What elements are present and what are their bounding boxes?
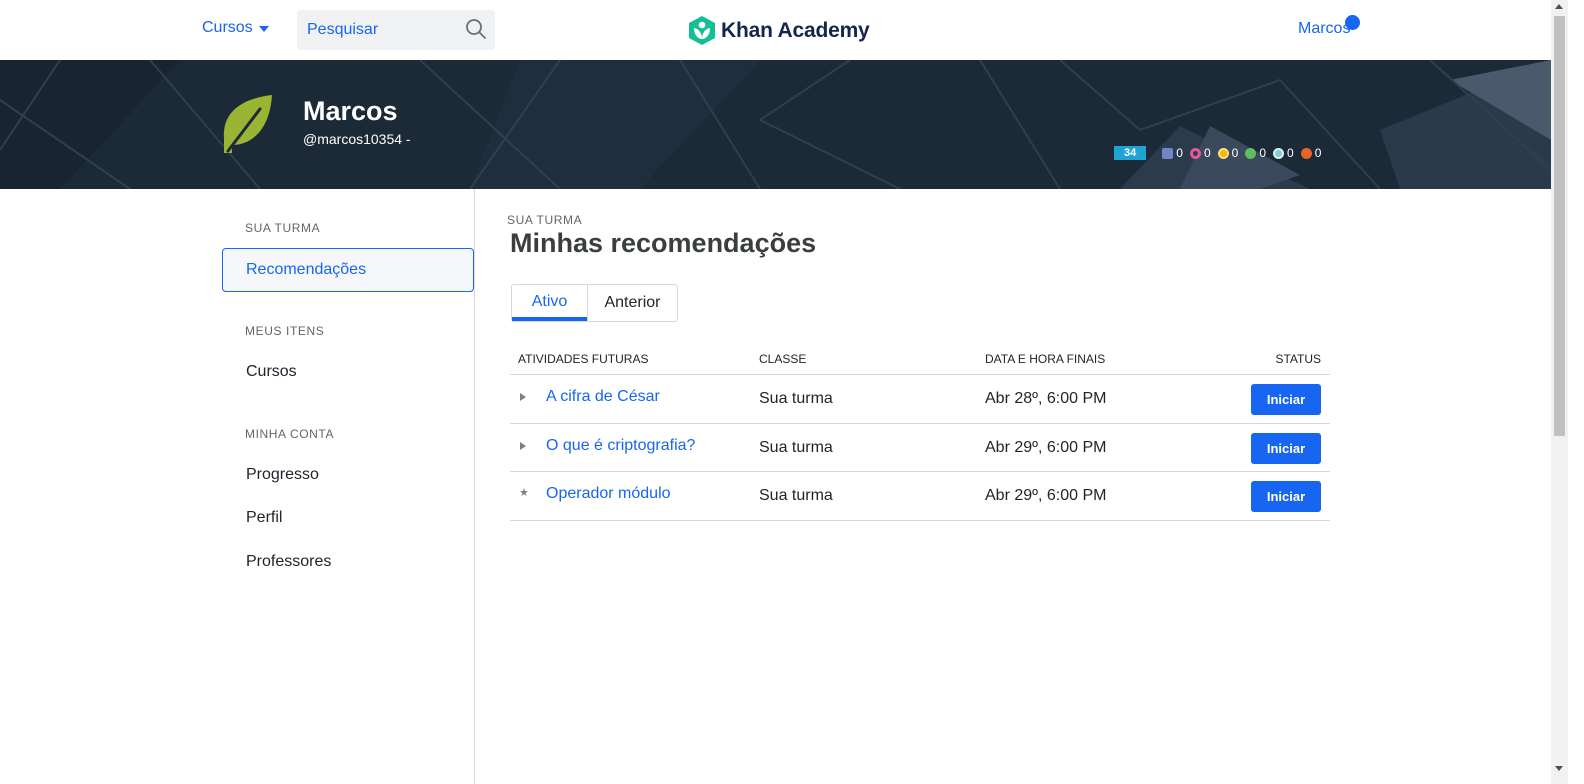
- badge-meteorite[interactable]: 0: [1300, 146, 1322, 160]
- badge-earth[interactable]: 0: [1245, 146, 1266, 160]
- page-eyebrow: SUA TURMA: [507, 213, 583, 227]
- khan-academy-logo-icon: [689, 16, 715, 45]
- courses-menu-button[interactable]: Cursos: [202, 19, 269, 37]
- page-title: Minhas recomendações: [510, 228, 817, 258]
- class-cell: Sua turma: [759, 390, 833, 407]
- energy-points-badge[interactable]: 34: [1114, 146, 1147, 160]
- table-row: O que é criptografia? Sua turma Abr 29º,…: [510, 424, 1330, 472]
- khan-academy-logo[interactable]: Khan Academy: [689, 16, 870, 45]
- column-header-activities: ATIVIDADES FUTURAS: [518, 352, 649, 366]
- start-button[interactable]: Iniciar: [1251, 384, 1321, 415]
- badge-count: 0: [1314, 146, 1322, 160]
- tab-previous[interactable]: Anterior: [587, 285, 677, 321]
- badge-count: 0: [1259, 146, 1266, 160]
- recommendations-table: ATIVIDADES FUTURAS CLASSE DATA E HORA FI…: [510, 344, 1330, 521]
- page: Cursos Khan Academy Marcos: [0, 0, 1584, 784]
- start-button[interactable]: Iniciar: [1251, 432, 1321, 464]
- badge-black-hole[interactable]: 0: [1189, 146, 1211, 160]
- courses-menu-label: Cursos: [202, 19, 253, 36]
- moon-badge-icon: [1273, 147, 1284, 159]
- activity-link[interactable]: O que é criptografia?: [546, 437, 695, 455]
- due-date-cell: Abr 29º, 6:00 PM: [985, 438, 1107, 456]
- caret-down-icon: [258, 26, 269, 32]
- sidebar-item-progress[interactable]: Progresso: [246, 466, 319, 484]
- activity-link[interactable]: Operador módulo: [546, 485, 671, 503]
- search-icon[interactable]: [465, 18, 487, 40]
- sidebar-item-label: Recomendações: [246, 261, 367, 278]
- sidebar-heading-my-account: MINHA CONTA: [245, 427, 335, 441]
- scroll-down-arrow-icon[interactable]: [1555, 766, 1563, 771]
- logo-text: Khan Academy: [721, 18, 870, 42]
- sidebar-item-teachers[interactable]: Professores: [246, 553, 331, 571]
- expand-triangle-icon[interactable]: [520, 441, 526, 450]
- scrollbar-thumb[interactable]: [1554, 16, 1565, 436]
- table-row: A cifra de César Sua turma Abr 28º, 6:00…: [510, 375, 1330, 424]
- table-header: ATIVIDADES FUTURAS CLASSE DATA E HORA FI…: [510, 344, 1330, 375]
- expand-triangle-icon[interactable]: [520, 393, 526, 401]
- page-scrollbar[interactable]: [1551, 0, 1568, 784]
- profile-banner: Marcos @marcos10354 - 34 0 0 0 0 0 0: [0, 60, 1551, 189]
- tab-bar: Ativo Anterior: [511, 284, 678, 322]
- column-header-class: CLASSE: [759, 352, 807, 366]
- badge-challenge-patch[interactable]: 0: [1162, 146, 1183, 160]
- badge-count: 0: [1287, 146, 1294, 160]
- badge-count: 0: [1231, 146, 1239, 160]
- sidebar-item-courses[interactable]: Cursos: [246, 363, 297, 381]
- black-hole-badge-icon: [1189, 147, 1201, 159]
- profile-name: Marcos: [303, 96, 398, 126]
- avatar[interactable]: [220, 93, 276, 155]
- search-input[interactable]: [307, 21, 457, 39]
- column-header-status: STATUS: [1275, 352, 1321, 366]
- due-date-cell: Abr 29º, 6:00 PM: [985, 487, 1107, 504]
- class-cell: Sua turma: [759, 438, 833, 456]
- badge-count: 0: [1176, 146, 1183, 160]
- sidebar-heading-my-items: MEUS ITENS: [245, 324, 325, 338]
- star-icon: ★: [519, 487, 529, 499]
- column-header-due-date: DATA E HORA FINAIS: [985, 352, 1106, 366]
- badge-moon[interactable]: 0: [1273, 146, 1294, 160]
- sidebar-item-recommendations[interactable]: Recomendações: [222, 248, 474, 292]
- tab-active[interactable]: Ativo: [512, 285, 587, 321]
- challenge-patch-icon: [1162, 147, 1174, 159]
- class-cell: Sua turma: [759, 487, 833, 504]
- due-date-cell: Abr 28º, 6:00 PM: [985, 390, 1107, 407]
- sidebar-item-profile[interactable]: Perfil: [246, 509, 282, 527]
- table-row: ★ Operador módulo Sua turma Abr 29º, 6:0…: [510, 472, 1330, 521]
- badge-sun[interactable]: 0: [1217, 146, 1239, 160]
- search-box: [297, 10, 495, 50]
- start-button[interactable]: Iniciar: [1251, 481, 1321, 512]
- meteorite-badge-icon: [1300, 147, 1312, 159]
- sidebar: SUA TURMA Recomendações MEUS ITENS Curso…: [222, 189, 475, 784]
- sun-badge-icon: [1217, 147, 1229, 159]
- user-menu-button[interactable]: Marcos: [1298, 20, 1350, 38]
- scroll-up-arrow-icon[interactable]: [1555, 4, 1563, 9]
- profile-handle: @marcos10354 -: [303, 131, 411, 147]
- activity-link[interactable]: A cifra de César: [546, 388, 660, 406]
- top-nav: Cursos Khan Academy Marcos: [0, 0, 1568, 60]
- profile-stats: 34 0 0 0 0 0 0: [1114, 146, 1324, 160]
- notification-dot-icon[interactable]: [1345, 15, 1360, 30]
- sidebar-heading-class: SUA TURMA: [245, 221, 321, 235]
- badge-count: 0: [1203, 146, 1211, 160]
- earth-badge-icon: [1245, 147, 1257, 159]
